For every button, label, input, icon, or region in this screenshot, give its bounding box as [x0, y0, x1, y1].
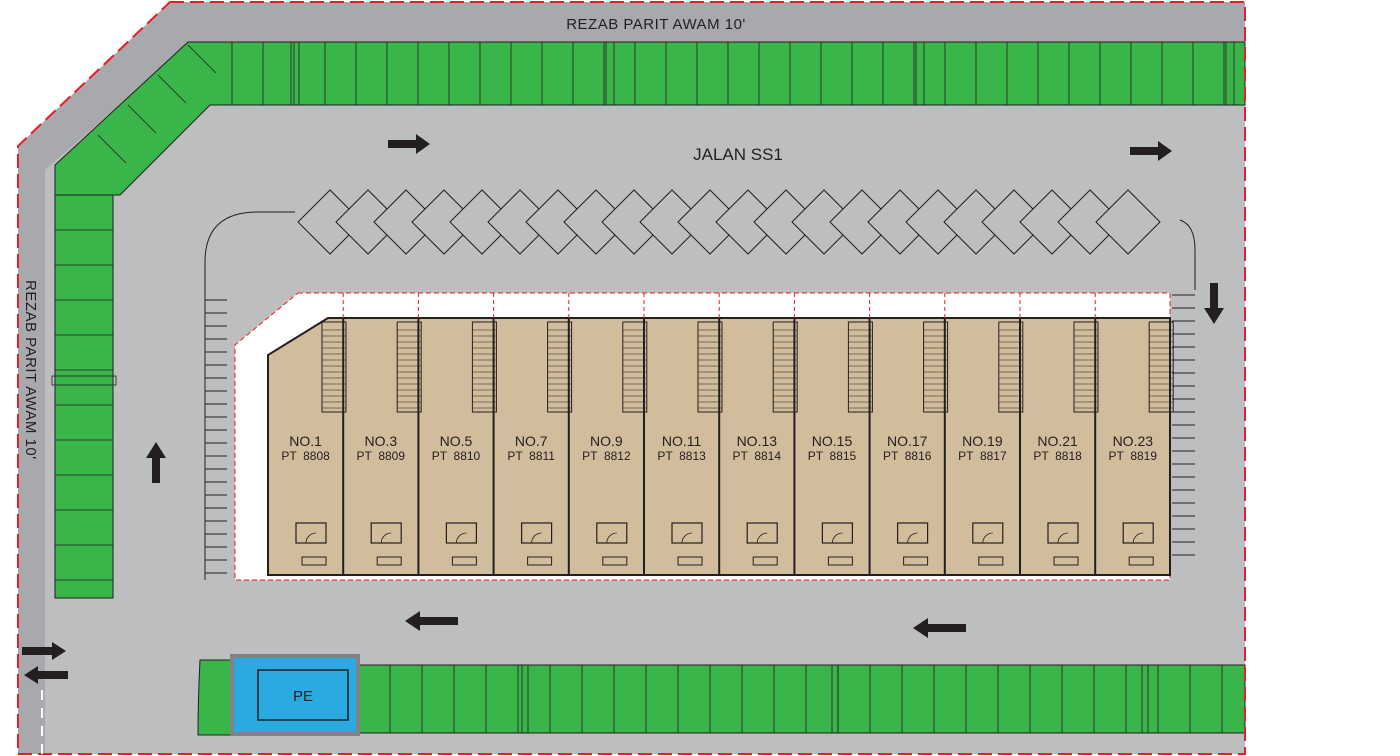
green-verge-bottom	[357, 664, 1246, 734]
north-label: NORTH	[1331, 634, 1374, 648]
lot-number: NO.23	[1113, 433, 1154, 449]
lot-pt-number: PT 8816	[883, 449, 932, 463]
green-verge-bottom-left	[197, 659, 233, 736]
lot-pt-number: PT 8819	[1109, 449, 1158, 463]
lot-pt-number: PT 8809	[357, 449, 406, 463]
lot-pt-number: PT 8818	[1033, 449, 1082, 463]
lot-pt-number: PT 8812	[582, 449, 631, 463]
lot-number: NO.1	[289, 433, 322, 449]
lot-number: NO.7	[515, 433, 548, 449]
lot-number: NO.3	[364, 433, 397, 449]
lot-pt-number: PT 8817	[958, 449, 1007, 463]
lot-pt-number: PT 8808	[281, 449, 330, 463]
lot-number: NO.5	[440, 433, 473, 449]
lot-pt-number: PT 8813	[657, 449, 706, 463]
parking-stalls-right	[1172, 294, 1195, 556]
lot-number: NO.19	[962, 433, 1003, 449]
lot-pt-number: PT 8814	[733, 449, 782, 463]
north-compass-icon: NORTH	[1277, 634, 1393, 731]
road-label: JALAN SS1	[693, 145, 783, 164]
green-verge-left	[54, 194, 114, 599]
lot-number: NO.9	[590, 433, 623, 449]
lot-pt-number: PT 8810	[432, 449, 481, 463]
lot-number: NO.13	[737, 433, 778, 449]
drain-reserve-top-label: REZAB PARIT AWAM 10'	[566, 16, 746, 33]
drain-reserve-left-label: REZAB PARIT AWAM 10'	[22, 280, 39, 460]
lot-pt-number: PT 8811	[507, 449, 555, 463]
lot-number: NO.21	[1037, 433, 1078, 449]
pe-label: PE	[293, 688, 313, 705]
lot-pt-number: PT 8815	[808, 449, 857, 463]
lot-number: NO.15	[812, 433, 853, 449]
lot-number: NO.17	[887, 433, 928, 449]
site-plan-map: PE NO.1PT 8808 NO.3PT 8809 NO.5PT 8810 NO.7…	[17, 1, 1393, 755]
lot-number: NO.11	[662, 433, 702, 449]
